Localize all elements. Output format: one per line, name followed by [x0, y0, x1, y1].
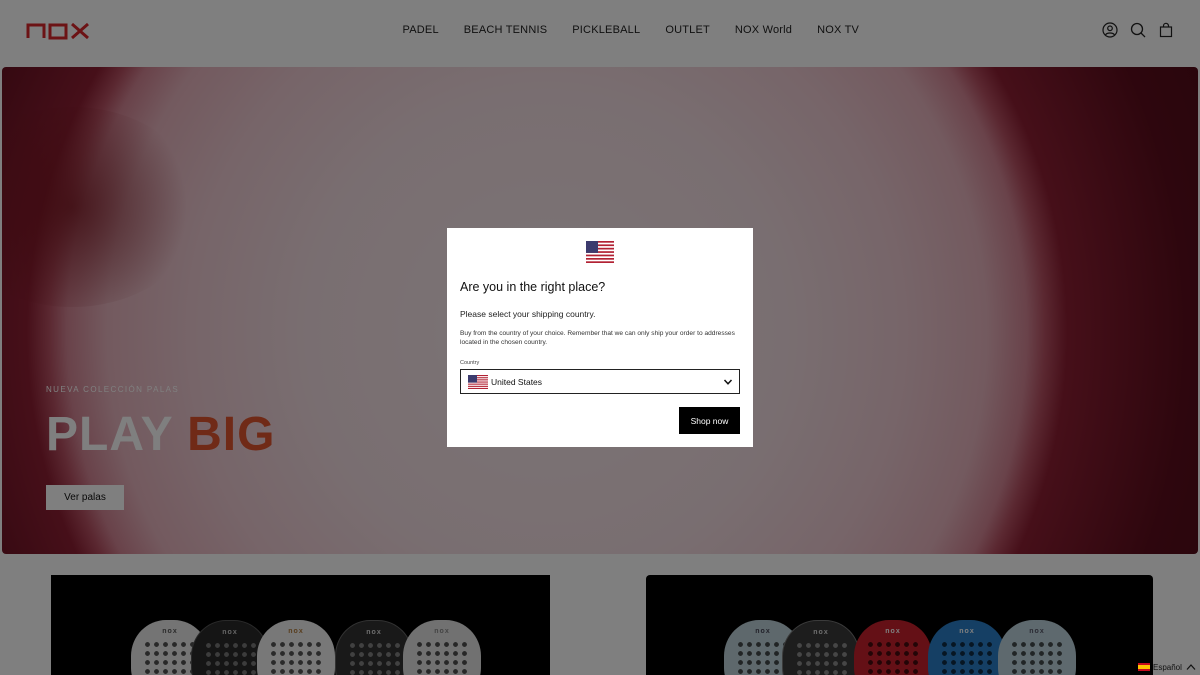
modal-title: Are you in the right place?: [460, 280, 606, 294]
language-label: Español: [1153, 662, 1182, 672]
chevron-up-icon: [1186, 664, 1196, 670]
country-select[interactable]: United States: [460, 369, 740, 394]
chevron-down-icon: [723, 379, 733, 385]
country-selector-modal: Are you in the right place? Please selec…: [447, 228, 753, 447]
modal-subtitle: Please select your shipping country.: [460, 309, 596, 319]
us-flag-icon: [468, 375, 488, 389]
spain-flag-icon: [1138, 663, 1150, 671]
modal-description: Buy from the country of your choice. Rem…: [460, 330, 735, 346]
us-flag-icon: [586, 241, 614, 263]
country-select-value: United States: [491, 377, 543, 387]
shop-now-button[interactable]: Shop now: [679, 407, 740, 434]
country-label: Country: [460, 360, 480, 366]
language-switcher[interactable]: Español: [1138, 659, 1196, 675]
